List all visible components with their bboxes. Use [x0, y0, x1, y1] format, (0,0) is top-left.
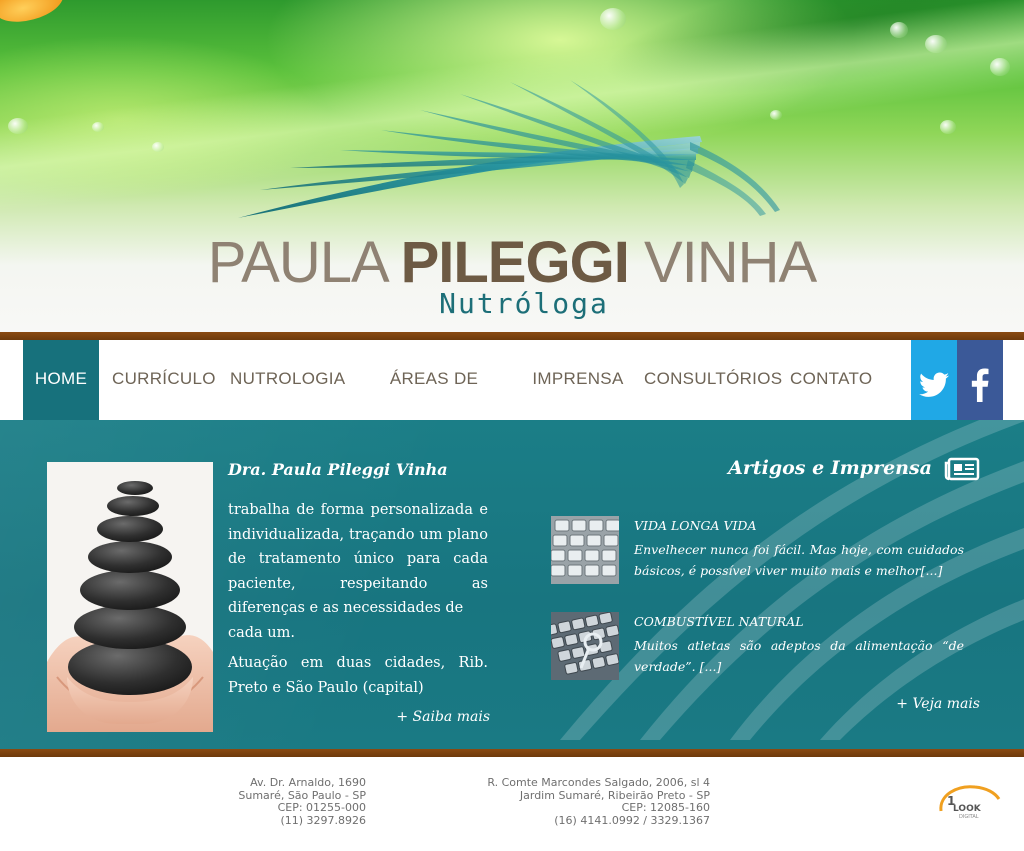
orange-petal [0, 0, 68, 29]
water-drop [600, 8, 626, 30]
logo-fan-icon [238, 80, 780, 218]
address-line: R. Comte Marcondes Salgado, 2006, sl 4 [487, 776, 710, 789]
nav-item-areas-de-atuacao[interactable]: ÁREAS DE ATUAÇÃO [358, 340, 510, 466]
intro-paragraph-1-main: trabalha de forma personalizada e indivi… [228, 502, 488, 616]
water-drop [152, 142, 164, 152]
articles-title: Artigos e Imprensa [728, 457, 932, 479]
intro-text: trabalha de forma personalizada e indivi… [228, 498, 488, 706]
newspaper-icon [944, 457, 980, 481]
nav-item-consultorios[interactable]: CONSULTÓRIOS [644, 340, 782, 420]
veja-mais-link[interactable]: + Veja mais [860, 696, 980, 712]
address-sao-paulo: Av. Dr. Arnaldo, 1690 Sumaré, São Paulo … [170, 776, 366, 827]
water-drop [92, 122, 104, 132]
header-banner: PAULA PILEGGI VINHA Nutróloga [0, 0, 1024, 332]
article-title[interactable]: COMBUSTÍVEL NATURAL [634, 614, 804, 629]
logo-name-middle: PILEGGI [400, 230, 630, 295]
article-thumbnail-keyboard[interactable] [551, 612, 619, 680]
address-line: CEP: 12085-160 [621, 801, 710, 814]
facebook-icon [971, 368, 989, 402]
top-divider-bar [0, 332, 1024, 340]
nav-item-imprensa[interactable]: IMPRENSA [532, 340, 624, 420]
saiba-mais-link[interactable]: + Saiba mais [380, 709, 490, 725]
twitter-icon [919, 372, 949, 397]
water-drop [8, 118, 28, 134]
facebook-button[interactable] [957, 340, 1003, 430]
developer-logo[interactable]: 1 LOOK DIGITAL [935, 781, 1001, 821]
site-logo-subtitle: Nutróloga [0, 287, 1024, 320]
water-drop [890, 22, 908, 38]
nav-item-curriculo[interactable]: CURRÍCULO [112, 340, 215, 420]
twitter-button[interactable] [911, 340, 957, 430]
article-item[interactable]: COMBUSTÍVEL NATURAL Muitos atletas são a… [551, 612, 981, 682]
article-title[interactable]: VIDA LONGA VIDA [634, 518, 756, 533]
article-description: Envelhecer nunca foi fácil. Mas hoje, co… [634, 542, 964, 578]
brand-word: LOOK [953, 804, 982, 814]
stones-photo [47, 462, 213, 732]
water-drop [940, 120, 956, 134]
nav-item-contato[interactable]: CONTATO [790, 340, 872, 420]
address-line: (11) 3297.8926 [280, 813, 366, 827]
address-line: Av. Dr. Arnaldo, 1690 [250, 776, 366, 789]
article-thumbnail-calculator[interactable] [551, 516, 619, 584]
subtitle-text: Nutróloga [439, 287, 609, 320]
address-line: (16) 4141.0992 / 3329.1367 [554, 813, 710, 827]
intro-paragraph-1: trabalha de forma personalizada e indivi… [228, 498, 488, 645]
main-navigation: HOME CURRÍCULO NUTROLOGIA ÁREAS DE ATUAÇ… [0, 340, 1024, 466]
bottom-divider-bar [0, 749, 1024, 757]
brand-tagline: DIGITAL [959, 814, 979, 820]
footer: Av. Dr. Arnaldo, 1690 Sumaré, São Paulo … [0, 757, 1024, 851]
intro-title: Dra. Paula Pileggi Vinha [228, 460, 448, 479]
article-item[interactable]: VIDA LONGA VIDA Envelhecer nunca foi fác… [551, 516, 981, 586]
intro-paragraph-2: Atuação em duas cidades, Rib. Preto e Sã… [228, 655, 488, 696]
water-drop [990, 58, 1010, 76]
nav-item-nutrologia[interactable]: NUTROLOGIA [230, 340, 345, 420]
address-ribeirao-preto: R. Comte Marcondes Salgado, 2006, sl 4 J… [440, 776, 710, 827]
intro-paragraph-1-end: cada um. [228, 624, 295, 641]
address-line: CEP: 01255-000 [277, 801, 366, 814]
logo-name-last: VINHA [643, 230, 817, 295]
logo-name-first: PAULA [207, 230, 387, 295]
water-drop [925, 35, 947, 53]
article-description: Muitos atletas são adeptos da alimentaçã… [634, 638, 964, 674]
main-content: Dra. Paula Pileggi Vinha trabalha de for… [0, 420, 1024, 749]
nav-item-home[interactable]: HOME [23, 340, 99, 420]
